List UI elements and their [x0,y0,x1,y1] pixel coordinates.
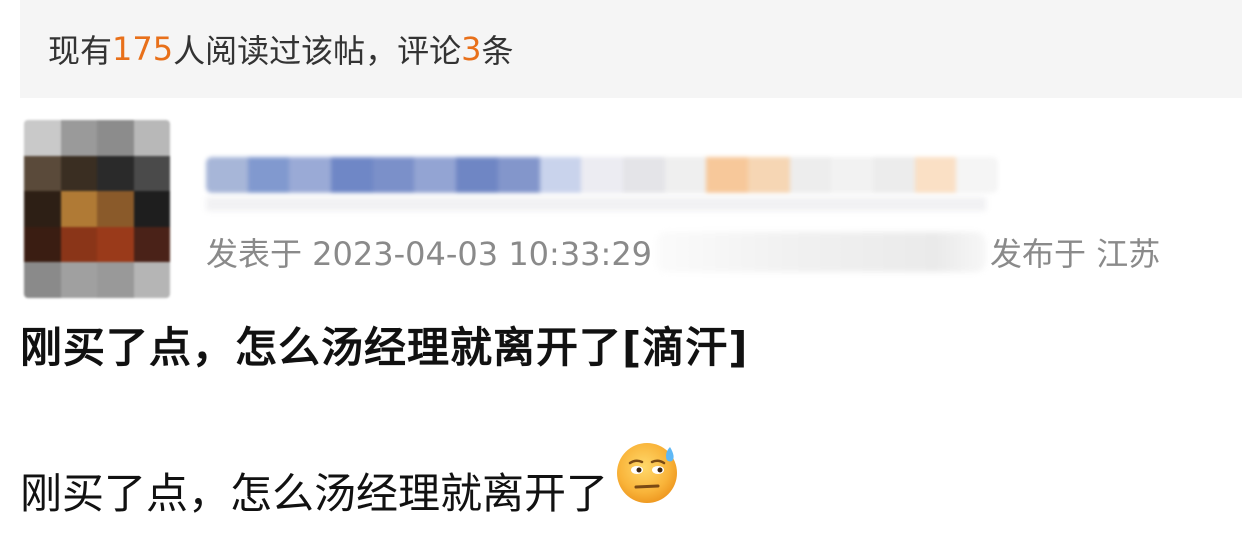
avatar[interactable] [24,120,170,298]
username-blurred[interactable] [206,157,998,193]
comment-count: 3 [461,30,482,68]
username-shadow [206,197,986,211]
comment-title: 刚买了点，怎么汤经理就离开了[滴汗] [20,323,749,372]
sweat-emoji-icon [614,439,680,505]
post-meta: 发表于 2023-04-03 10:33:29 发布于 江苏 [206,228,1226,276]
post-location: 发布于 江苏 [990,235,1161,273]
post-date: 发表于 2023-04-03 10:33:29 [206,235,653,273]
stats-middle: 人阅读过该帖，评论 [173,32,462,70]
comment-body-text: 刚买了点，怎么汤经理就离开了 [20,468,609,518]
stats-suffix: 条 [481,32,514,70]
ip-blurred [656,232,987,272]
stats-prefix: 现有 [48,32,113,70]
read-count: 175 [112,30,174,68]
comment-body: 刚买了点，怎么汤经理就离开了 [20,443,680,520]
read-stats-bar: 现有 175 人阅读过该帖，评论 3 条 [20,0,1242,98]
